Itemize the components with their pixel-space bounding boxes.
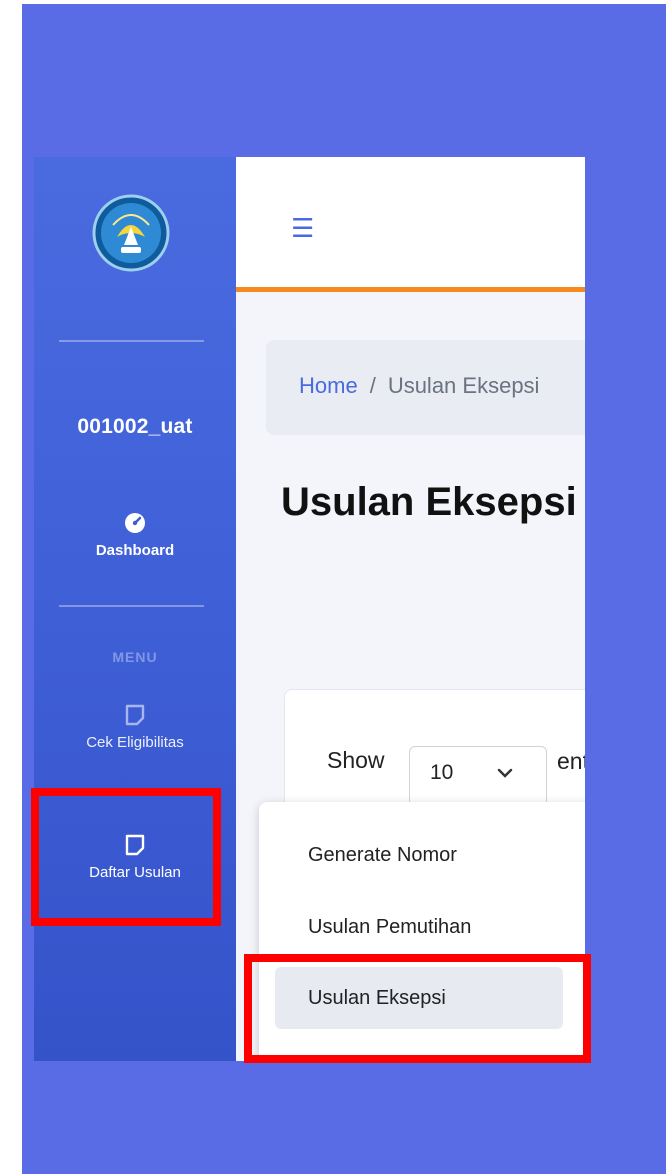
tut-wuri-handayani-logo[interactable] [91, 193, 171, 273]
breadcrumb-separator: / [369, 373, 376, 398]
sidebar-divider [59, 340, 204, 342]
sidebar-item-cek-eligibilitas[interactable]: Cek Eligibilitas [34, 704, 236, 751]
top-navbar: ☰ [236, 157, 585, 292]
hamburger-menu-icon[interactable]: ☰ [291, 215, 314, 241]
main-content: ☰ Home / Usulan Eksepsi Usulan Eksepsi Sho… [236, 157, 585, 1061]
username-label: 001002_uat [77, 415, 193, 438]
chevron-down-icon [497, 768, 513, 778]
show-label: Show [327, 747, 385, 773]
dropdown-item-usulan-pemutihan[interactable]: Usulan Pemutihan [275, 896, 563, 958]
page-title: Usulan Eksepsi [281, 480, 577, 524]
sidebar-divider [59, 605, 204, 607]
entries-label: entries [557, 748, 585, 774]
breadcrumb-current: Usulan Eksepsi [387, 373, 540, 398]
highlight-box-daftar-usulan [31, 788, 221, 926]
dropdown-item-generate-nomor[interactable]: Generate Nomor [275, 824, 563, 886]
sidebar-item-label: Dashboard [95, 542, 175, 559]
page-size-value: 10 [430, 761, 454, 784]
breadcrumb-home-link[interactable]: Home [299, 373, 358, 398]
note-icon [125, 704, 145, 726]
highlight-box-usulan-eksepsi [244, 954, 591, 1063]
page-size-select[interactable]: 10 [409, 746, 547, 806]
sidebar-item-dashboard[interactable]: Dashboard [34, 512, 236, 559]
breadcrumb: Home / Usulan Eksepsi [266, 340, 585, 435]
sidebar-item-label: Cek Eligibilitas [86, 734, 184, 751]
menu-heading: MENU [112, 649, 158, 665]
speedometer-icon [125, 513, 145, 533]
